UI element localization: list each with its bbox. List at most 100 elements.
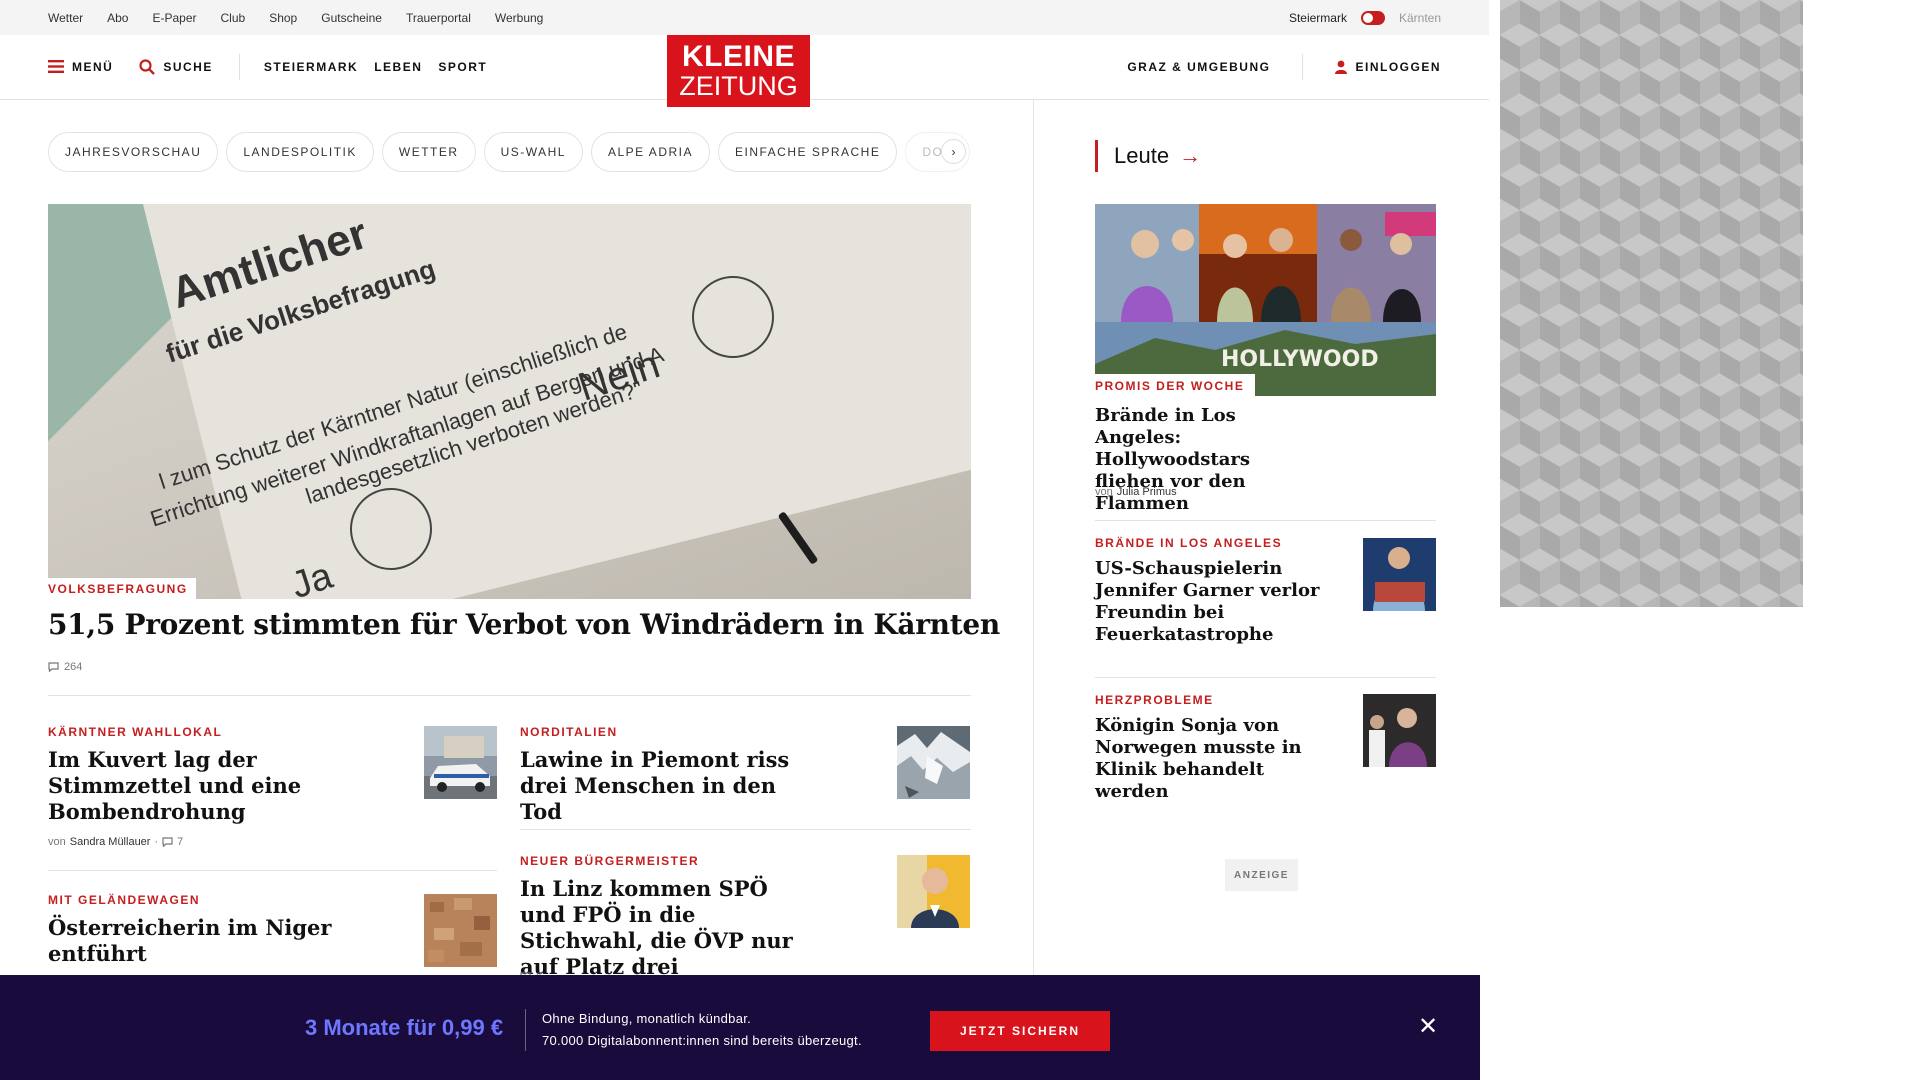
search-button[interactable]: SUCHE [139, 58, 213, 75]
article-headline: Lawine in Piemont riss drei Menschen in … [520, 747, 790, 824]
local-region-link[interactable]: GRAZ & UMGEBUNG [1127, 60, 1270, 74]
chevron-right-icon: › [951, 144, 956, 159]
site-logo[interactable]: KLEINE ZEITUNG [667, 35, 810, 107]
news-site: Wetter Abo E-Paper Club Shop Gutscheine … [0, 0, 1489, 1080]
tag-alpe-adria[interactable]: ALPE ADRIA [590, 132, 710, 172]
avalanche-image [897, 726, 970, 799]
desert-town-image [424, 894, 497, 967]
nav-leben[interactable]: LEBEN [374, 60, 422, 74]
tag-wetter[interactable]: WETTER [381, 132, 476, 172]
header-divider-right [1302, 53, 1304, 80]
sidebar-kicker[interactable]: PROMIS DER WOCHE [1095, 374, 1255, 396]
nav-sport[interactable]: SPORT [438, 60, 487, 74]
article-headline: Im Kuvert lag der Stimmzettel und eine B… [48, 747, 302, 824]
article-byline: von Sandra Müllauer · 7 [48, 836, 183, 848]
sidebar-kicker: BRÄNDE IN LOS ANGELES [1095, 536, 1283, 550]
header-divider [238, 53, 240, 80]
arrow-right-icon: → [1179, 143, 1202, 168]
subscribe-button[interactable]: JETZT SICHERN [930, 1011, 1110, 1051]
user-icon [1335, 60, 1348, 74]
divider-line [48, 695, 971, 696]
utility-link-abo[interactable]: Abo [107, 11, 128, 25]
article-thumbnail-avalanche[interactable] [897, 726, 970, 799]
sidebar-article[interactable]: BRÄNDE IN LOS ANGELES US-Schauspielerin … [1095, 536, 1325, 646]
header-right: GRAZ & UMGEBUNG EINLOGGEN [1127, 35, 1441, 98]
byline-dot: · [154, 836, 159, 848]
utility-link-epaper[interactable]: E-Paper [152, 11, 196, 25]
tags-next-button[interactable]: › [941, 139, 966, 164]
comment-count[interactable]: 7 [177, 836, 183, 848]
sidebar-thumbnail-sonja[interactable] [1363, 694, 1436, 767]
article-thumbnail-mayor[interactable] [897, 855, 970, 928]
search-label: SUCHE [163, 59, 213, 74]
article-headline: Österreicherin im Niger entführt [48, 915, 332, 966]
section-header-leute[interactable]: Leute → [1095, 140, 1201, 172]
hamburger-icon [48, 60, 64, 73]
portrait-image [897, 855, 970, 928]
main-header: MENÜ SUCHE STEIERMARK LEBEN SPORT KLEINE… [0, 35, 1489, 107]
logo-line-2: ZEITUNG [679, 71, 798, 101]
menu-label: MENÜ [72, 59, 114, 74]
byline-prefix: von [1095, 486, 1113, 498]
article-card[interactable]: MIT GELÄNDEWAGEN Österreicherin im Niger… [48, 893, 428, 967]
subscription-offer-bar: 3 Monate für 0,99 € Ohne Bindung, monatl… [0, 975, 1480, 1080]
hero-kicker[interactable]: VOLKSBEFRAGUNG [48, 578, 196, 600]
nav-steiermark[interactable]: STEIERMARK [264, 60, 358, 74]
divider-line [1095, 677, 1436, 678]
sidebar-article[interactable]: HERZPROBLEME Königin Sonja von Norwegen … [1095, 693, 1335, 803]
hero-comments[interactable]: 264 [48, 661, 82, 673]
ballot-circle-ja [350, 488, 432, 570]
search-icon [139, 58, 156, 75]
region-steiermark[interactable]: Steiermark [1289, 11, 1347, 25]
header-left: MENÜ SUCHE STEIERMARK LEBEN SPORT [48, 35, 487, 98]
main-nav: STEIERMARK LEBEN SPORT [264, 60, 487, 74]
login-button[interactable]: EINLOGGEN [1335, 60, 1441, 74]
ad-label: ANZEIGE [1225, 859, 1298, 891]
author-link[interactable]: Julia Primus [1117, 486, 1177, 498]
background-pattern [1500, 0, 1803, 607]
region-switch: Steiermark Kärnten [1289, 0, 1441, 35]
hollywood-sign-text: HOLLYWOOD [1221, 347, 1379, 372]
tag-jahresvorschau[interactable]: JAHRESVORSCHAU [48, 132, 219, 172]
sidebar-article[interactable]: Brände in Los Angeles: Hollywoodstars fl… [1095, 405, 1325, 515]
utility-link-trauerportal[interactable]: Trauerportal [406, 11, 471, 25]
comment-icon [48, 662, 59, 672]
tag-einfache-sprache[interactable]: EINFACHE SPRACHE [717, 132, 898, 172]
tag-landespolitik[interactable]: LANDESPOLITIK [226, 132, 374, 172]
hero-comment-count: 264 [64, 661, 83, 673]
hero-image[interactable]: Amtlicher für die Volksbefragung l zum S… [48, 204, 971, 599]
utility-link-gutscheine[interactable]: Gutscheine [321, 11, 382, 25]
sidebar-lead-image[interactable]: HOLLYWOOD [1095, 204, 1436, 396]
region-toggle[interactable] [1360, 10, 1385, 25]
topic-tags: JAHRESVORSCHAU LANDESPOLITIK WETTER US-W… [48, 132, 974, 172]
region-kaernten[interactable]: Kärnten [1399, 11, 1441, 25]
divider-line [48, 870, 497, 871]
utility-link-wetter[interactable]: Wetter [48, 11, 83, 25]
hero-headline[interactable]: 51,5 Prozent stimmten für Verbot von Win… [48, 608, 1000, 641]
article-thumbnail-niger[interactable] [424, 894, 497, 967]
column-divider [1033, 100, 1034, 980]
menu-button[interactable]: MENÜ [48, 60, 113, 74]
tag-us-wahl[interactable]: US-WAHL [483, 132, 583, 172]
article-card[interactable]: NORDITALIEN Lawine in Piemont riss drei … [520, 725, 820, 825]
article-kicker: NEUER BÜRGERMEISTER [520, 854, 700, 868]
article-card[interactable]: KÄRNTNER WAHLLOKAL Im Kuvert lag der Sti… [48, 725, 388, 825]
police-car-image [424, 726, 497, 799]
utility-link-shop[interactable]: Shop [269, 11, 297, 25]
close-icon[interactable]: ✕ [1417, 1015, 1439, 1039]
login-label: EINLOGGEN [1355, 59, 1441, 74]
sidebar-headline: Brände in Los Angeles: Hollywoodstars fl… [1095, 405, 1250, 514]
utility-link-werbung[interactable]: Werbung [495, 11, 543, 25]
article-kicker: NORDITALIEN [520, 725, 618, 739]
utility-link-club[interactable]: Club [221, 11, 246, 25]
article-card[interactable]: NEUER BÜRGERMEISTER In Linz kommen SPÖ u… [520, 854, 820, 980]
portrait-image [1363, 538, 1436, 611]
author-link[interactable]: Sandra Müllauer [70, 836, 151, 848]
celebrity-collage-image: HOLLYWOOD [1095, 204, 1436, 396]
article-thumbnail-police-car[interactable] [424, 726, 497, 799]
comment-icon [162, 837, 173, 847]
offer-price: 3 Monate für 0,99 € [305, 1015, 504, 1040]
article-kicker: KÄRNTNER WAHLLOKAL [48, 725, 223, 739]
offer-text-line-2: 70.000 Digitalabonnent:innen sind bereit… [542, 1033, 862, 1048]
sidebar-thumbnail-garner[interactable] [1363, 538, 1436, 611]
